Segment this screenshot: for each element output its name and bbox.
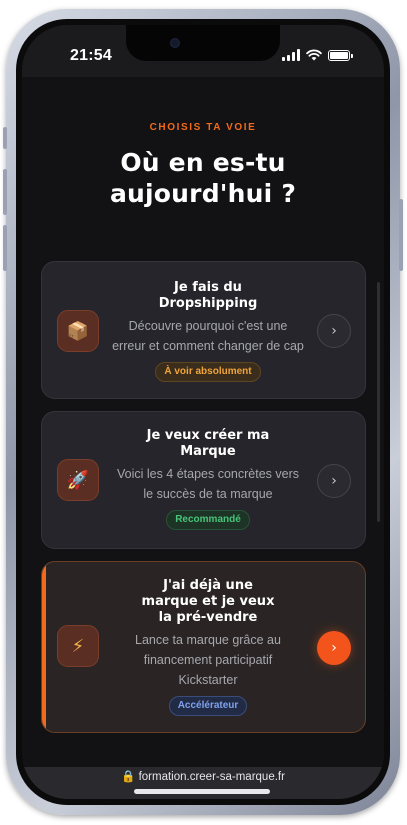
card-title-line: la pré-vendre bbox=[158, 610, 258, 625]
card-description-line: le succès de ta marque bbox=[143, 487, 273, 501]
notch bbox=[126, 25, 280, 61]
phone-bezel: 21:54 CHOISIS TA VOIE Où en es-tu aujour… bbox=[16, 19, 390, 805]
card-body: Je veux créer ma Marque Voici les 4 étap… bbox=[104, 428, 312, 530]
battery-icon bbox=[328, 49, 353, 61]
page-title-line1: Où en es-tu bbox=[120, 148, 286, 177]
card-title: J'ai déjà une marque et je veux la pré-v… bbox=[104, 578, 312, 626]
volume-up-button bbox=[3, 169, 7, 215]
url-text: formation.creer-sa-marque.fr bbox=[138, 771, 285, 783]
card-description: Voici les 4 étapes concrètes vers le suc… bbox=[104, 464, 312, 504]
scrollbar[interactable] bbox=[377, 282, 380, 522]
card-description-line: Kickstarter bbox=[178, 673, 238, 687]
card-title-line: Je fais du bbox=[174, 280, 242, 295]
choice-card-presale[interactable]: ⚡ J'ai déjà une marque et je veux la pré… bbox=[41, 561, 366, 733]
card-description: Lance ta marque grâce au financement par… bbox=[104, 630, 312, 690]
card-title: Je veux créer ma Marque bbox=[104, 428, 312, 460]
page-content: CHOISIS TA VOIE Où en es-tu aujourd'hui … bbox=[22, 77, 384, 767]
front-camera bbox=[170, 38, 180, 48]
volume-down-button bbox=[3, 225, 7, 271]
status-badge: À voir absolument bbox=[155, 362, 261, 382]
chevron-right-icon[interactable]: › bbox=[317, 464, 351, 498]
chevron-right-icon[interactable]: › bbox=[317, 631, 351, 665]
card-title-line: Marque bbox=[180, 444, 236, 459]
card-title-line: marque et je veux bbox=[141, 594, 275, 609]
browser-url-bar[interactable]: 🔒 formation.creer-sa-marque.fr bbox=[22, 767, 384, 799]
wifi-icon bbox=[306, 49, 322, 61]
status-badge: Recommandé bbox=[166, 510, 250, 530]
url-display[interactable]: 🔒 formation.creer-sa-marque.fr bbox=[22, 767, 384, 787]
phone-frame: 21:54 CHOISIS TA VOIE Où en es-tu aujour… bbox=[3, 9, 403, 815]
status-time: 21:54 bbox=[70, 47, 112, 64]
status-bar: 21:54 bbox=[22, 25, 384, 77]
card-description-line: erreur et comment changer de cap bbox=[112, 339, 304, 353]
card-title-line: Dropshipping bbox=[158, 296, 258, 311]
card-description: Découvre pourquoi c'est une erreur et co… bbox=[104, 316, 312, 356]
rocket-icon: 🚀 bbox=[57, 459, 99, 501]
page-title-line2: aujourd'hui ? bbox=[109, 179, 297, 208]
home-indicator[interactable] bbox=[134, 789, 270, 794]
eyebrow-label: CHOISIS TA VOIE bbox=[149, 122, 257, 133]
page-title: Où en es-tu aujourd'hui ? bbox=[22, 147, 384, 209]
card-description-line: Découvre pourquoi c'est une bbox=[128, 319, 288, 333]
card-description-line: Lance ta marque grâce au bbox=[135, 633, 281, 647]
signal-icon bbox=[282, 49, 300, 61]
card-description-line: Voici les 4 étapes concrètes vers bbox=[116, 467, 300, 481]
chevron-right-icon[interactable]: › bbox=[317, 314, 351, 348]
card-title-line: Je veux créer ma bbox=[146, 428, 270, 443]
choice-card-brand[interactable]: 🚀 Je veux créer ma Marque Voici les 4 ét… bbox=[41, 411, 366, 549]
choice-card-dropshipping[interactable]: 📦 Je fais du Dropshipping Découvre pourq… bbox=[41, 261, 366, 399]
status-icons bbox=[282, 49, 353, 61]
lock-icon: 🔒 bbox=[121, 771, 136, 783]
screen: 21:54 CHOISIS TA VOIE Où en es-tu aujour… bbox=[22, 25, 384, 799]
status-badge: Accélérateur bbox=[168, 696, 248, 716]
power-button bbox=[399, 199, 403, 271]
mute-switch bbox=[3, 127, 7, 149]
card-title: Je fais du Dropshipping bbox=[104, 280, 312, 312]
card-body: Je fais du Dropshipping Découvre pourquo… bbox=[104, 280, 312, 382]
card-description-line: financement participatif bbox=[143, 653, 273, 667]
accent-bar bbox=[42, 562, 46, 732]
lightning-icon: ⚡ bbox=[57, 625, 99, 667]
card-title-line: J'ai déjà une bbox=[163, 578, 253, 593]
card-body: J'ai déjà une marque et je veux la pré-v… bbox=[104, 578, 312, 716]
package-icon: 📦 bbox=[57, 310, 99, 352]
